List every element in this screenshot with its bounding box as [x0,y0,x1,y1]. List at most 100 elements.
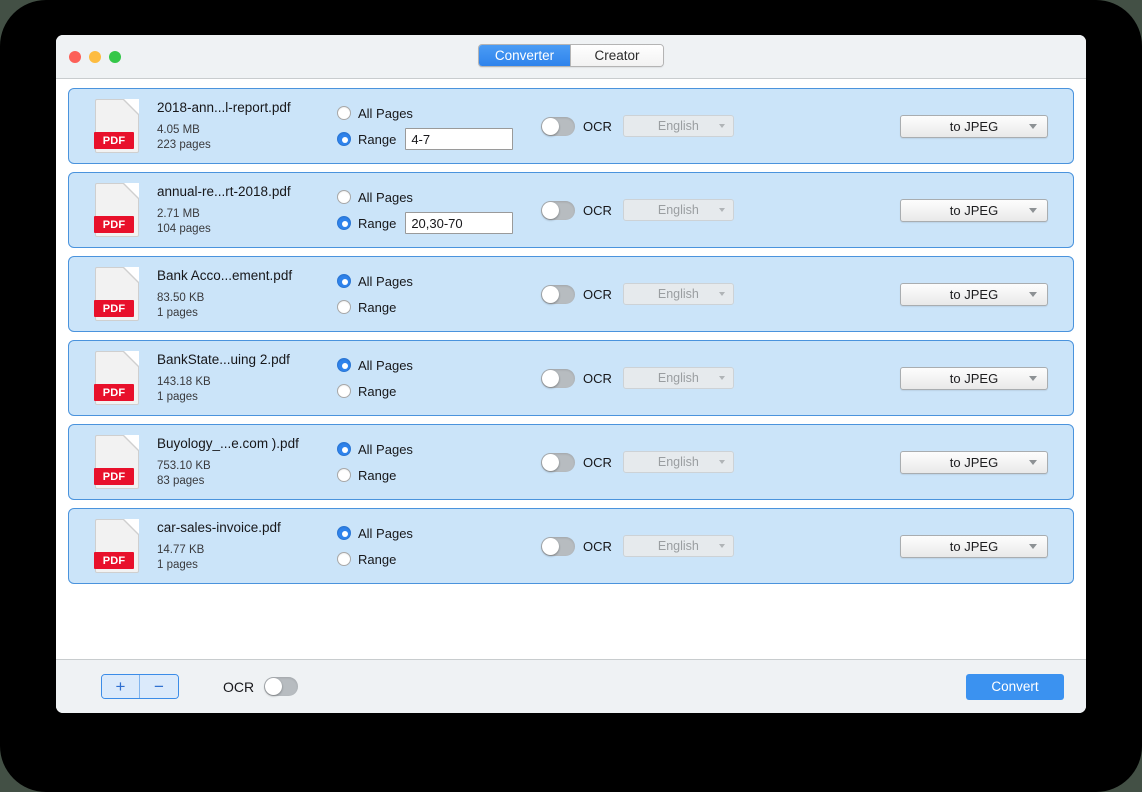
range-label: Range [358,384,396,399]
global-ocr-toggle[interactable] [264,677,298,696]
pdf-badge-label: PDF [94,468,134,485]
row-ocr-toggle[interactable] [541,201,575,220]
row-ocr-toggle[interactable] [541,537,575,556]
file-name: car-sales-invoice.pdf [157,520,333,535]
file-list: PDF 2018-ann...l-report.pdf 4.05 MB 223 … [56,79,1086,659]
range-option[interactable]: Range [337,294,527,320]
ocr-language-select[interactable]: English [623,535,734,557]
ocr-language-select[interactable]: English [623,451,734,473]
range-radio[interactable] [337,216,351,230]
chevron-down-icon [1029,208,1037,213]
all-pages-radio[interactable] [337,442,351,456]
pdf-badge-label: PDF [94,384,134,401]
ocr-language-value: English [658,119,699,133]
all-pages-option[interactable]: All Pages [337,352,527,378]
range-option[interactable]: Range [337,126,527,152]
pdf-file-icon: PDF [95,267,139,321]
range-label: Range [358,216,396,231]
minimize-button[interactable] [89,51,101,63]
ocr-language-select[interactable]: English [623,367,734,389]
convert-button[interactable]: Convert [966,674,1064,700]
pdf-file-icon: PDF [95,183,139,237]
file-meta: 2018-ann...l-report.pdf 4.05 MB 223 page… [157,100,333,153]
page-selection-group: All Pages Range [337,100,527,152]
row-ocr-label: OCR [583,119,612,134]
all-pages-option[interactable]: All Pages [337,184,527,210]
mode-segmented-control[interactable]: Converter Creator [478,44,664,67]
file-row[interactable]: PDF 2018-ann...l-report.pdf 4.05 MB 223 … [68,88,1074,164]
output-format-select[interactable]: to JPEG [900,115,1048,138]
file-row[interactable]: PDF BankState...uing 2.pdf 143.18 KB 1 p… [68,340,1074,416]
row-ocr-toggle[interactable] [541,369,575,388]
range-input[interactable] [405,128,513,150]
all-pages-radio[interactable] [337,190,351,204]
output-format-value: to JPEG [950,455,998,470]
ocr-language-select[interactable]: English [623,115,734,137]
output-format-select[interactable]: to JPEG [900,451,1048,474]
range-option[interactable]: Range [337,462,527,488]
file-row[interactable]: PDF Bank Acco...ement.pdf 83.50 KB 1 pag… [68,256,1074,332]
chevron-down-icon [719,208,725,212]
tab-creator[interactable]: Creator [571,45,663,66]
all-pages-option[interactable]: All Pages [337,436,527,462]
pdf-badge-label: PDF [94,552,134,569]
file-row[interactable]: PDF Buyology_...e.com ).pdf 753.10 KB 83… [68,424,1074,500]
file-row[interactable]: PDF annual-re...rt-2018.pdf 2.71 MB 104 … [68,172,1074,248]
output-format-select[interactable]: to JPEG [900,283,1048,306]
range-radio[interactable] [337,132,351,146]
all-pages-radio[interactable] [337,358,351,372]
output-format-select[interactable]: to JPEG [900,367,1048,390]
page-fold-corner [124,519,139,534]
output-format-select[interactable]: to JPEG [900,535,1048,558]
all-pages-radio[interactable] [337,106,351,120]
file-name: BankState...uing 2.pdf [157,352,333,367]
all-pages-radio[interactable] [337,526,351,540]
toggle-knob [542,454,559,471]
range-option[interactable]: Range [337,546,527,572]
all-pages-option[interactable]: All Pages [337,268,527,294]
row-ocr-group: OCR English [541,451,734,473]
chevron-down-icon [719,460,725,464]
row-ocr-toggle[interactable] [541,285,575,304]
chevron-down-icon [719,544,725,548]
close-button[interactable] [69,51,81,63]
ocr-language-select[interactable]: English [623,283,734,305]
add-remove-group[interactable]: + − [101,674,179,699]
range-radio[interactable] [337,384,351,398]
output-format-value: to JPEG [950,287,998,302]
add-file-button[interactable]: + [102,675,140,698]
range-input[interactable] [405,212,513,234]
pdf-badge-label: PDF [94,132,134,149]
row-ocr-label: OCR [583,287,612,302]
ocr-language-select[interactable]: English [623,199,734,221]
zoom-button[interactable] [109,51,121,63]
file-name: 2018-ann...l-report.pdf [157,100,333,115]
tab-converter[interactable]: Converter [479,45,571,66]
all-pages-option[interactable]: All Pages [337,100,527,126]
page-selection-group: All Pages Range [337,268,527,320]
all-pages-label: All Pages [358,106,413,121]
range-option[interactable]: Range [337,210,527,236]
pdf-file-icon: PDF [95,435,139,489]
file-size: 14.77 KB [157,543,333,558]
range-radio[interactable] [337,468,351,482]
ocr-language-value: English [658,371,699,385]
all-pages-option[interactable]: All Pages [337,520,527,546]
range-radio[interactable] [337,552,351,566]
row-ocr-toggle[interactable] [541,117,575,136]
output-format-select[interactable]: to JPEG [900,199,1048,222]
page-selection-group: All Pages Range [337,352,527,404]
range-radio[interactable] [337,300,351,314]
all-pages-radio[interactable] [337,274,351,288]
chevron-down-icon [1029,376,1037,381]
row-ocr-toggle[interactable] [541,453,575,472]
page-fold-corner [124,99,139,114]
file-row[interactable]: PDF car-sales-invoice.pdf 14.77 KB 1 pag… [68,508,1074,584]
file-page-count: 104 pages [157,222,333,237]
range-option[interactable]: Range [337,378,527,404]
file-page-count: 1 pages [157,558,333,573]
file-name: annual-re...rt-2018.pdf [157,184,333,199]
remove-file-button[interactable]: − [140,675,178,698]
range-label: Range [358,468,396,483]
chevron-down-icon [719,292,725,296]
